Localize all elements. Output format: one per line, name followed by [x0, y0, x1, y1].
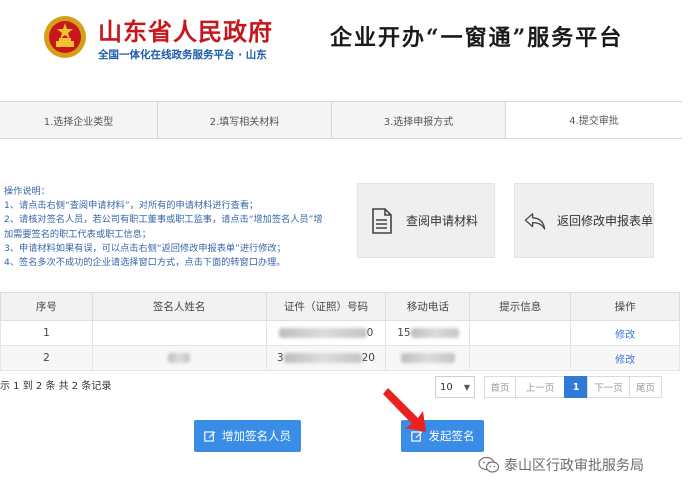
instruction-line: 1、请点击右侧“查阅申请材料”，对所有的申请材料进行查看；	[4, 200, 259, 212]
table-row: 1 0 15 修改	[0, 320, 680, 346]
column-header: 签名人姓名	[91, 292, 267, 321]
column-header: 移动电话	[385, 292, 471, 321]
document-icon	[372, 207, 392, 234]
view-materials-label: 查阅申请材料	[406, 214, 479, 228]
id-number-cell: 0	[265, 320, 387, 346]
redacted-text	[283, 353, 362, 363]
signer-name-cell	[91, 320, 267, 346]
redacted-text	[400, 353, 455, 363]
platform-title: 企业开办“一窗通”服务平台	[330, 25, 624, 51]
pagination: 首页 上一页 1 下一页 尾页	[484, 376, 662, 398]
page-size-select[interactable]: 10 ▼	[435, 376, 475, 398]
phone-cell	[385, 345, 471, 371]
edit-cell: 修改	[570, 320, 680, 346]
add-signer-label: 增加签名人员	[222, 429, 291, 443]
row-index: 1	[0, 320, 93, 346]
column-header: 证件（证照）号码	[265, 292, 387, 321]
last-page-button[interactable]: 尾页	[629, 376, 662, 398]
instruction-line: 4、签名多次不成功的企业请选择窗口方式，点击下面的转窗口办理。	[4, 257, 286, 269]
redacted-text	[410, 328, 459, 338]
edit-icon	[204, 431, 216, 442]
watermark: 泰山区行政审批服务局	[478, 455, 644, 475]
current-page-button[interactable]: 1	[564, 376, 588, 398]
wechat-icon	[478, 456, 500, 473]
step-tabs: 1.选择企业类型 2.填写相关材料 3.选择申报方式 4.提交审批	[0, 101, 682, 139]
redacted-text	[168, 353, 191, 363]
phone-cell: 15	[385, 320, 471, 346]
prev-page-button[interactable]: 上一页	[515, 376, 565, 398]
column-header: 序号	[0, 292, 93, 321]
back-edit-button[interactable]: 返回修改申报表单	[514, 183, 654, 258]
hint-cell	[469, 345, 572, 371]
hint-cell	[469, 320, 572, 346]
instruction-line: 加需要签名的职工代表或职工信息；	[4, 228, 151, 240]
instructions: 操作说明： 1、请点击右侧“查阅申请材料”，对所有的申请材料进行查看； 2、请核…	[4, 185, 344, 270]
instruction-line: 2、请核对签名人员，若公司有职工董事或职工监事，请点击“增加签名人员”增	[4, 214, 323, 226]
edit-link[interactable]: 修改	[615, 355, 635, 366]
first-page-button[interactable]: 首页	[484, 376, 516, 398]
site-header: 山东省人民政府 全国一体化在线政务服务平台 · 山东 企业开办“一窗通”服务平台	[0, 0, 700, 78]
instructions-title: 操作说明：	[4, 186, 50, 197]
return-arrow-icon	[524, 212, 546, 230]
chevron-down-icon: ▼	[463, 382, 470, 392]
table-header-row: 序号 签名人姓名 证件（证照）号码 移动电话 提示信息 操作	[0, 292, 680, 321]
instruction-line: 3、申请材料如果有误，可以点击右侧“返回修改申报表单”进行修改；	[4, 242, 286, 254]
page-size-value: 10	[440, 381, 453, 393]
step-choose-method[interactable]: 3.选择申报方式	[332, 102, 506, 138]
edit-link[interactable]: 修改	[615, 330, 635, 341]
records-info: 示 1 到 2 条 共 2 条记录	[0, 381, 112, 392]
add-signer-button[interactable]: 增加签名人员	[194, 420, 301, 452]
edit-cell: 修改	[570, 345, 680, 371]
brand-title: 山东省人民政府	[98, 18, 273, 46]
step-submit-approval[interactable]: 4.提交审批	[506, 102, 682, 138]
table-row: 2 3 20 修改	[0, 345, 680, 371]
view-materials-button[interactable]: 查阅申请材料	[357, 183, 495, 258]
next-page-button[interactable]: 下一页	[587, 376, 630, 398]
red-arrow-icon	[383, 388, 426, 432]
back-edit-label: 返回修改申报表单	[556, 214, 653, 228]
redacted-text	[278, 328, 367, 338]
step-select-company-type[interactable]: 1.选择企业类型	[0, 102, 158, 138]
step-fill-materials[interactable]: 2.填写相关材料	[158, 102, 332, 138]
signer-name-cell	[91, 345, 267, 371]
column-header: 操作	[570, 292, 680, 321]
brand-subtitle: 全国一体化在线政务服务平台 · 山东	[98, 49, 267, 61]
watermark-text: 泰山区行政审批服务局	[504, 458, 644, 474]
national-emblem-icon	[44, 16, 86, 58]
signer-table: 序号 签名人姓名 证件（证照）号码 移动电话 提示信息 操作 1 0 15 修改…	[0, 292, 680, 371]
column-header: 提示信息	[469, 292, 572, 321]
row-index: 2	[0, 345, 93, 371]
id-number-cell: 3 20	[265, 345, 387, 371]
